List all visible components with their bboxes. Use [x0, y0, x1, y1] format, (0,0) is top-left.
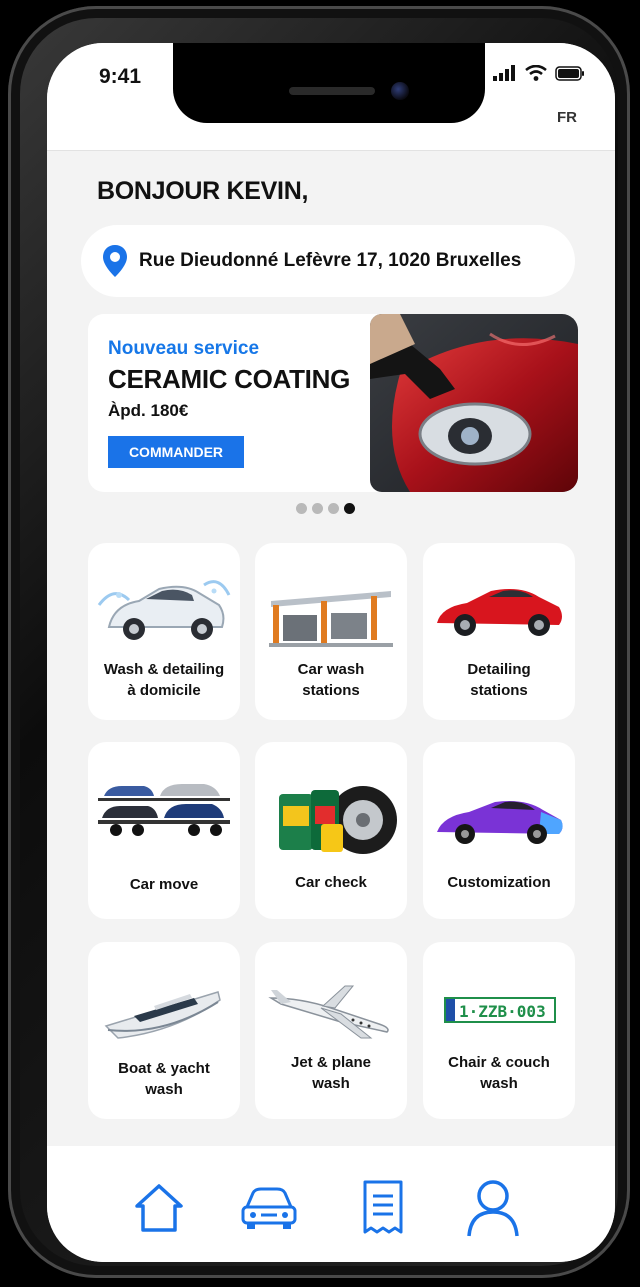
carousel-dot-active[interactable]	[344, 503, 355, 514]
battery-icon	[555, 65, 584, 81]
profile-icon	[467, 1180, 519, 1237]
greeting: BONJOUR KEVIN,	[97, 177, 309, 205]
service-tile-home-wash[interactable]: Wash & detailing à domicile	[88, 543, 240, 720]
home-icon	[135, 1184, 183, 1232]
yacht-icon	[104, 991, 221, 1039]
order-button[interactable]: COMMANDER	[108, 436, 244, 468]
car-wash-station-icon	[269, 591, 393, 647]
carousel-dot[interactable]	[312, 503, 323, 514]
service-tile-boat-yacht-wash[interactable]: Boat & yacht wash	[88, 942, 240, 1119]
banner-price: Àpd. 180€	[108, 401, 189, 420]
carousel-dot[interactable]	[296, 503, 307, 514]
notch	[173, 43, 485, 123]
service-tile-jet-plane-wash[interactable]: Jet & plane wash	[255, 942, 407, 1119]
car-icon	[241, 1187, 297, 1229]
service-label: Wash & detailing à domicile	[103, 661, 225, 699]
license-plate-icon: 1·ZZB·003	[444, 997, 556, 1023]
service-tile-customization[interactable]: Customization	[423, 742, 575, 919]
white-car-splash-icon	[97, 580, 231, 640]
plate-text: 1·ZZB·003	[459, 1002, 546, 1021]
service-tile-car-wash-stations[interactable]: Car wash stations	[255, 543, 407, 720]
address-bar[interactable]: Rue Dieudonné Lefèvre 17, 1020 Bruxelles	[81, 225, 575, 297]
tab-profile[interactable]	[461, 1176, 525, 1240]
signal-icon	[493, 65, 515, 81]
tab-orders[interactable]	[351, 1176, 415, 1240]
wifi-icon	[525, 65, 547, 81]
tab-vehicles[interactable]	[237, 1176, 301, 1240]
service-label: Detailing stations	[467, 661, 531, 699]
speaker	[289, 87, 375, 95]
service-label: Car move	[129, 876, 199, 893]
carousel-indicator[interactable]	[296, 503, 355, 514]
service-tile-detailing-stations[interactable]: Detailing stations	[423, 543, 575, 720]
front-camera	[391, 82, 409, 100]
language-toggle[interactable]: FR	[557, 109, 577, 126]
service-tile-car-move[interactable]: Car move	[88, 742, 240, 919]
service-label: Chair & couch wash	[448, 1054, 550, 1092]
purple-supercar-icon	[437, 801, 563, 844]
car-transporter-truck-icon	[98, 784, 230, 836]
red-sports-car-icon	[437, 589, 562, 636]
location-pin-icon	[103, 245, 127, 277]
receipt-icon	[363, 1180, 403, 1234]
private-jet-icon	[268, 985, 389, 1039]
service-label: Customization	[447, 874, 551, 891]
tab-home[interactable]	[127, 1176, 191, 1240]
status-time: 9:41	[99, 65, 142, 88]
ceramic-coating-photo	[370, 314, 578, 492]
address-text: Rue Dieudonné Lefèvre 17, 1020 Bruxelles	[139, 250, 522, 271]
service-label: Boat & yacht wash	[118, 1060, 210, 1098]
oil-and-tire-icon	[279, 786, 397, 854]
service-label: Car wash stations	[297, 661, 365, 699]
status-icons	[493, 65, 585, 81]
promo-banner[interactable]: Nouveau service CERAMIC COATING Àpd. 180…	[88, 314, 578, 492]
service-tile-car-check[interactable]: Car check	[255, 742, 407, 919]
app-screen: 9:41 FR BONJOUR KEVIN, Rue Dieudonné Lef…	[47, 43, 615, 1262]
bottom-tab-bar	[47, 1146, 615, 1262]
banner-title: CERAMIC COATING	[108, 364, 351, 394]
service-tile-chair-couch-wash[interactable]: 1·ZZB·003 Chair & couch wash	[423, 942, 575, 1119]
service-label: Jet & plane wash	[290, 1054, 372, 1092]
carousel-dot[interactable]	[328, 503, 339, 514]
service-label: Car check	[295, 874, 367, 891]
banner-kicker: Nouveau service	[108, 338, 260, 359]
